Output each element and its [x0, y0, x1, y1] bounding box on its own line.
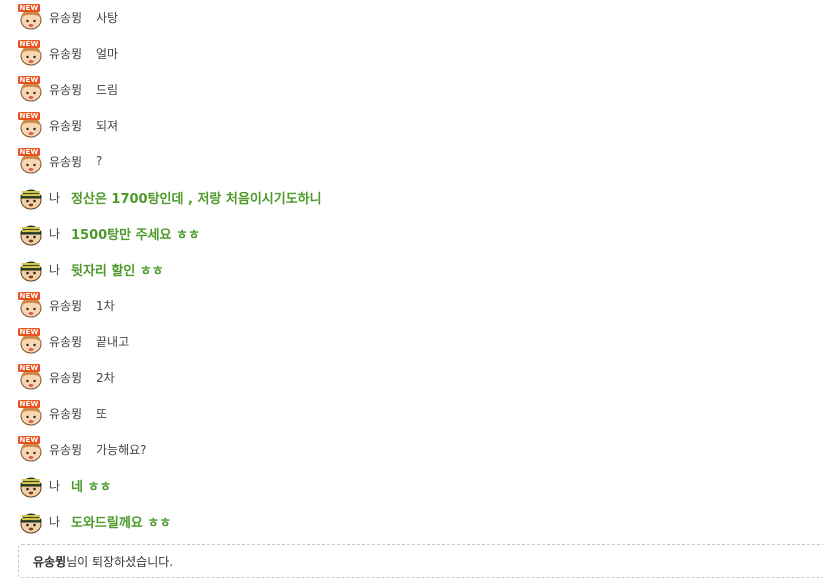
new-user-avatar-icon[interactable]: NEW — [18, 112, 44, 138]
new-user-avatar-icon[interactable]: NEW — [18, 148, 44, 174]
self-avatar-icon[interactable] — [18, 472, 44, 498]
message-row-self: 나 정산은 1700탕인데 , 저랑 처음이시기도하니 — [18, 184, 322, 210]
self-avatar-icon[interactable] — [18, 256, 44, 282]
new-badge: NEW — [19, 364, 39, 372]
sender-name[interactable]: 유송뮝 — [49, 45, 96, 62]
message-row-self: 나네 ㅎㅎ — [18, 472, 111, 498]
message-text: 정산은 1700탕인데 , 저랑 처음이시기도하니 — [71, 191, 322, 207]
sender-name[interactable]: 유송뮝 — [49, 369, 96, 386]
message-row-other: NEW 유송뮝 사탕 — [18, 4, 118, 30]
new-user-avatar-icon[interactable]: NEW — [18, 4, 44, 30]
message-text: 되져 — [96, 118, 119, 133]
message-row-self: 나 도와드릴께요 ㅎㅎ — [18, 508, 171, 534]
new-badge: NEW — [19, 328, 39, 336]
message-row-other: NEW 유송뮝 1차 — [18, 292, 115, 318]
new-badge: NEW — [19, 436, 39, 444]
new-user-avatar-icon[interactable]: NEW — [18, 292, 44, 318]
message-text: 또 — [96, 406, 108, 421]
system-notice: 유송뮝 님이 퇴장하셨습니다. — [18, 544, 823, 578]
message-row-other: NEW 유송뮝 드림 — [18, 76, 118, 102]
message-row-other: NEW 유송뮝 2차 — [18, 364, 115, 390]
message-text: 뒷자리 할인 ㅎㅎ — [71, 263, 164, 279]
message-row-self: 나 1500탕만 주세요 ㅎㅎ — [18, 220, 200, 246]
message-row-other: NEW 유송뮝? — [18, 148, 102, 174]
message-text: 1500탕만 주세요 ㅎㅎ — [71, 227, 200, 243]
sender-name[interactable]: 나 — [49, 261, 71, 278]
new-badge: NEW — [19, 400, 39, 408]
sender-name[interactable]: 유송뮝 — [49, 297, 96, 314]
new-user-avatar-icon[interactable]: NEW — [18, 364, 44, 390]
new-badge: NEW — [19, 76, 39, 84]
new-badge: NEW — [19, 40, 39, 48]
message-text: 끝내고 — [96, 334, 130, 349]
message-text: 사탕 — [96, 10, 119, 25]
message-text: 얼마 — [96, 46, 119, 61]
new-user-avatar-icon[interactable]: NEW — [18, 400, 44, 426]
new-user-avatar-icon[interactable]: NEW — [18, 40, 44, 66]
sender-name[interactable]: 나 — [49, 225, 71, 242]
sender-name[interactable]: 나 — [49, 477, 71, 494]
sender-name[interactable]: 유송뮝 — [49, 441, 96, 458]
sender-name[interactable]: 유송뮝 — [49, 405, 96, 422]
self-avatar-icon[interactable] — [18, 184, 44, 210]
sender-name[interactable]: 유송뮝 — [49, 117, 96, 134]
message-text: 가능해요? — [96, 442, 147, 457]
new-badge: NEW — [19, 112, 39, 120]
new-badge: NEW — [19, 148, 39, 156]
message-row-self: 나 뒷자리 할인 ㅎㅎ — [18, 256, 164, 282]
message-text: 네 ㅎㅎ — [71, 479, 112, 495]
notice-text: 님이 퇴장하셨습니다. — [66, 554, 174, 569]
message-row-other: NEW 유송뮝 끝내고 — [18, 328, 129, 354]
new-user-avatar-icon[interactable]: NEW — [18, 436, 44, 462]
sender-name[interactable]: 유송뮝 — [49, 333, 96, 350]
self-avatar-icon[interactable] — [18, 220, 44, 246]
message-text: 2차 — [96, 370, 115, 385]
message-row-other: NEW 유송뮝 가능해요? — [18, 436, 147, 462]
notice-name: 유송뮝 — [33, 554, 67, 569]
new-badge: NEW — [19, 4, 39, 12]
new-user-avatar-icon[interactable]: NEW — [18, 328, 44, 354]
message-row-other: NEW 유송뮝 또 — [18, 400, 107, 426]
self-avatar-icon[interactable] — [18, 508, 44, 534]
sender-name[interactable]: 유송뮝 — [49, 81, 96, 98]
message-text: 1차 — [96, 298, 115, 313]
message-row-other: NEW 유송뮝 얼마 — [18, 40, 118, 66]
chat-log: NEW 유송뮝 사탕 NEW 유송뮝 얼마 NEW 유송뮝 드림 NEW 유송뮝 되져 NEW 유송뮝? 나… — [0, 0, 823, 588]
message-text: 드림 — [96, 82, 119, 97]
sender-name[interactable]: 나 — [49, 513, 71, 530]
sender-name[interactable]: 유송뮝 — [49, 9, 96, 26]
message-row-other: NEW 유송뮝 되져 — [18, 112, 118, 138]
message-text: ? — [96, 154, 103, 168]
message-text: 도와드릴께요 ㅎㅎ — [71, 515, 172, 531]
new-badge: NEW — [19, 292, 39, 300]
new-user-avatar-icon[interactable]: NEW — [18, 76, 44, 102]
sender-name[interactable]: 유송뮝 — [49, 153, 96, 170]
sender-name[interactable]: 나 — [49, 189, 71, 206]
